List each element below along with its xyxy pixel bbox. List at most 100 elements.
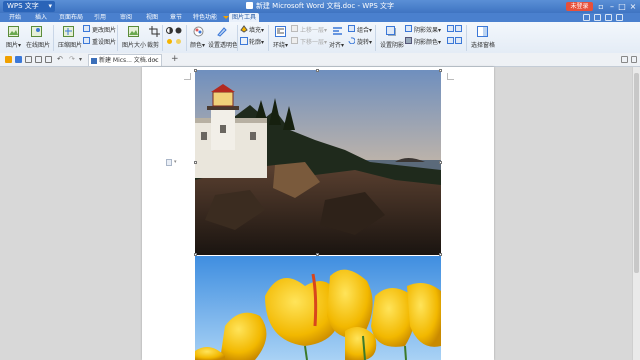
margin-marker [447,73,454,80]
picture-size-icon [128,26,139,37]
login-button[interactable]: 未登录 [566,2,593,11]
resize-handle[interactable] [316,69,319,72]
skin-icon[interactable]: ▫ [596,1,606,12]
document-tab[interactable]: 新建 Mics... 文档.doc × [88,54,162,66]
set-shadow-button[interactable]: 设置阴影 [380,40,404,49]
color-button[interactable]: 颜色▾ [190,40,205,49]
contrast-down-icon[interactable] [175,27,182,34]
resize-handle[interactable] [194,69,197,72]
tab-view[interactable]: 视图 [143,13,161,22]
settings-icon[interactable] [605,14,612,21]
print-preview-icon[interactable] [35,56,42,63]
tab-insert[interactable]: 插入 [32,13,50,22]
resize-handle[interactable] [439,161,442,164]
compress-picture-button[interactable]: 压缩图片 [58,40,82,49]
ribbon-separator [375,25,376,51]
tulips-picture[interactable] [195,256,441,360]
ribbon-separator [237,25,238,51]
vertical-scrollbar[interactable] [632,67,640,360]
minimize-icon[interactable]: – [607,1,617,12]
brightness-up-icon[interactable] [166,38,173,45]
selection-pane-icon [477,26,488,37]
shadow-color-button[interactable]: 阴影颜色▾ [414,37,441,46]
change-picture-button[interactable]: 更改图片 [92,25,116,34]
align-button[interactable]: 对齐▾ [329,40,344,49]
compress-picture-icon [63,26,74,37]
contrast-icon[interactable] [166,27,173,34]
tab-review[interactable]: 审阅 [117,13,135,22]
align-icon [333,27,342,35]
bring-forward-button[interactable]: 上移一层▾ [300,25,327,34]
scrollbar-thumb[interactable] [634,73,639,273]
outline-button[interactable]: 轮廓▾ [249,37,264,46]
nudge-left-icon[interactable] [455,25,462,32]
wrap-text-icon [275,26,286,37]
reset-picture-button[interactable]: 重设图片 [92,37,116,46]
tab-section[interactable]: 章节 [167,13,185,22]
document-tab-label: 新建 Mics... 文档.doc [99,57,159,64]
save-icon[interactable] [15,56,22,63]
ribbon-separator [162,25,163,51]
nudge-right-icon[interactable] [455,37,462,44]
send-backward-icon [291,37,298,44]
tab-page-layout[interactable]: 页面布局 [58,13,84,22]
close-icon[interactable]: × [628,1,638,12]
close-tab-icon[interactable]: × [153,55,158,66]
transparent-color-icon [217,27,227,37]
picture-size-button[interactable]: 图片大小 [122,40,146,49]
change-picture-icon [83,25,90,32]
collapse-ribbon-icon[interactable] [583,14,590,21]
paragraph-handle-icon[interactable] [166,159,172,166]
shadow-icon [386,26,396,36]
margin-marker [184,73,191,80]
ribbon-separator [466,25,467,51]
window-title: 新建 Microsoft Word 文档.doc - WPS 文字 [0,0,640,13]
insert-picture-icon [8,26,19,37]
tab-special-features[interactable]: 特色功能 [192,13,218,22]
group-button[interactable]: 组合▾ [357,25,372,34]
format-painter-icon[interactable] [45,56,52,63]
tab-picture-tools[interactable]: 图片工具 [223,13,259,22]
menu-bar: 开始 插入 页面布局 引用 审阅 视图 章节 特色功能 图片工具 [0,13,640,22]
tab-list-icon[interactable] [631,56,637,63]
tab-references[interactable]: 引用 [91,13,109,22]
resize-handle[interactable] [194,161,197,164]
reset-picture-icon [83,37,90,44]
document-tab-bar: ↶ ↷ ▾ 新建 Mics... 文档.doc × + [0,53,640,67]
lighthouse-picture[interactable] [195,70,441,255]
nudge-up-icon[interactable] [447,25,454,32]
crop-button[interactable]: 裁剪 [147,40,159,49]
nudge-down-icon[interactable] [447,37,454,44]
ribbon-separator [117,25,118,51]
shadow-color-icon [405,37,412,44]
brightness-down-icon[interactable] [175,38,182,45]
expand-icon[interactable] [616,14,623,21]
customize-toolbar-icon[interactable]: ▾ [79,56,86,63]
set-transparent-color-button[interactable]: 设置透明色 [208,40,238,49]
online-picture-button[interactable]: 在线图片 [26,40,50,49]
ribbon-separator [53,25,54,51]
rotate-icon [348,37,355,44]
wrap-button[interactable]: 环绕▾ [273,40,288,49]
new-tab-icon[interactable]: + [171,54,179,65]
ribbon: 图片▾ 在线图片 压缩图片 更改图片 重设图片 图片大小 裁剪 颜色▾ 设置透明… [0,22,640,54]
redo-icon[interactable]: ↷ [69,56,76,63]
rotate-button[interactable]: 旋转▾ [357,37,372,46]
shadow-effect-button[interactable]: 阴影效果▾ [414,25,441,34]
window-layout-icon[interactable] [621,56,628,63]
tab-home[interactable]: 开始 [6,13,24,22]
online-picture-icon [31,26,42,37]
fill-button[interactable]: 填充▾ [249,25,264,34]
maximize-icon[interactable]: □ [617,1,627,12]
document-icon [245,2,253,9]
selection-pane-button[interactable]: 选择窗格 [471,40,495,49]
help-icon[interactable] [594,14,601,21]
chevron-down-icon: ▾ [174,159,177,165]
resize-handle[interactable] [439,69,442,72]
insert-picture-button[interactable]: 图片▾ [6,40,21,49]
title-bar: WPS 文字 ▾ 新建 Microsoft Word 文档.doc - WPS … [0,0,640,13]
undo-icon[interactable]: ↶ [57,56,64,63]
print-icon[interactable] [25,56,32,63]
send-backward-button[interactable]: 下移一层▾ [300,37,327,46]
open-icon[interactable] [5,56,12,63]
